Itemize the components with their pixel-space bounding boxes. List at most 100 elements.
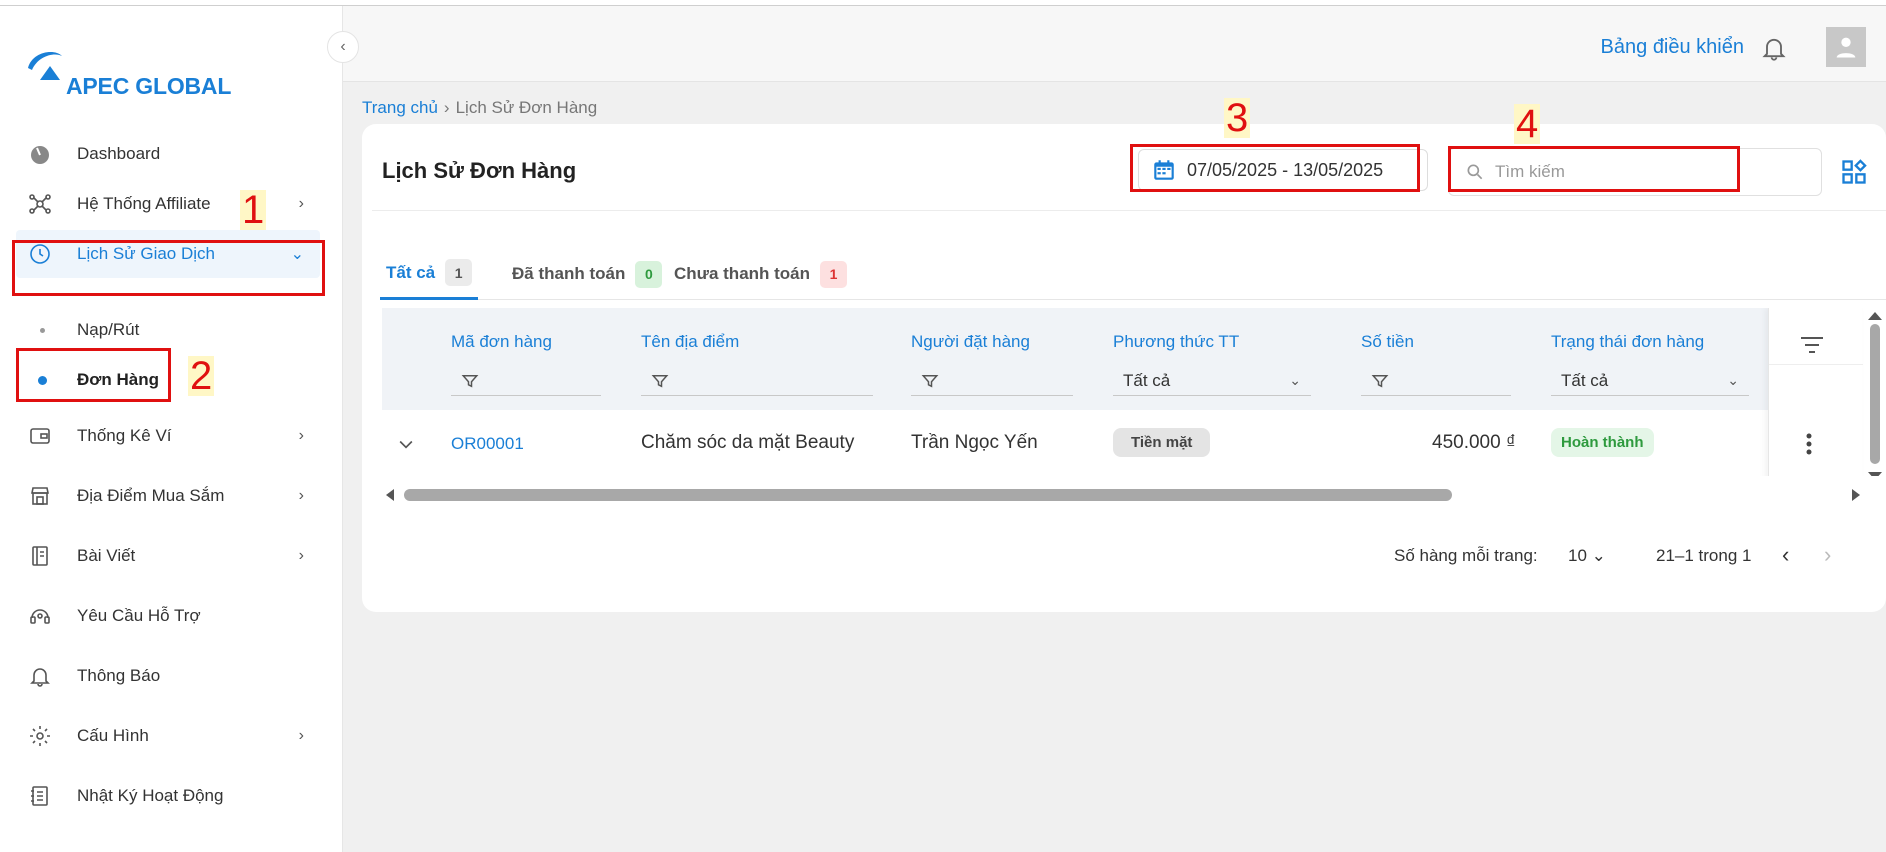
filter-order-code[interactable] [451,366,601,396]
pagination: Số hàng mỗi trang: 10 ⌄ 21–1 trong 1 ‹ › [362,542,1886,572]
gear-icon [30,726,50,746]
scrollbar-thumb[interactable] [1870,324,1880,464]
order-code-link[interactable]: OR00001 [451,434,524,454]
filter-status-select[interactable]: Tất cả ⌄ [1551,366,1749,396]
annotation-box-1 [12,240,325,296]
tab-count-badge: 1 [445,259,473,286]
filter-amount[interactable] [1361,366,1511,396]
notification-bell-icon[interactable] [1760,34,1788,62]
tab-all[interactable]: Tất cả 1 [380,248,479,300]
orders-table: Mã đơn hàng Tên địa điểm Người đặt hàng … [382,308,1886,476]
column-header-payment-method[interactable]: Phương thức TT [1113,332,1239,352]
annotation-label-1: 1 [240,188,267,232]
wallet-icon [30,428,50,444]
bell-icon [30,668,50,687]
vertical-scrollbar[interactable] [1866,308,1884,476]
rows-per-page-select[interactable]: 10 ⌄ [1568,546,1606,566]
column-header-order-code[interactable]: Mã đơn hàng [451,332,552,352]
table-row[interactable]: OR00001 Chăm sóc da mặt Beauty Trần Ngọc… [382,410,1768,476]
sidebar-item-shopping-places[interactable]: Địa Điểm Mua Sắm › [16,472,320,520]
filter-place-name[interactable] [641,366,873,396]
horizontal-scrollbar[interactable] [382,486,1868,504]
tab-unpaid[interactable]: Chưa thanh toán 1 [674,248,848,300]
chevron-right-icon: › [298,547,304,564]
orders-card: Lịch Sử Đơn Hàng 07/05/2025 - 13/05/2025… [362,124,1886,612]
sidebar-subitem-deposit-withdraw[interactable]: Nạp/Rút [16,308,320,352]
column-filter-icon[interactable] [1799,334,1825,356]
bullet-icon [40,327,45,333]
sidebar-item-label: Địa Điểm Mua Sắm [77,486,225,505]
sidebar-item-affiliate[interactable]: Hệ Thống Affiliate › [16,180,320,228]
tab-label: Chưa thanh toán [674,264,811,283]
divider [372,210,1886,211]
chevron-right-icon: › [298,427,304,444]
sidebar-item-wallet-stats[interactable]: Thống Kê Ví › [16,412,320,460]
layout-grid-icon[interactable] [1840,158,1868,186]
column-header-amount[interactable]: Số tiền [1361,332,1414,352]
annotation-label-3: 3 [1224,96,1251,140]
store-icon [31,487,49,505]
annotation-label-2: 2 [188,354,215,398]
chevron-down-icon: ⌄ [1591,546,1606,565]
sidebar-item-notifications[interactable]: Thông Báo [16,652,320,700]
breadcrumb: Trang chủ › Lịch Sử Đơn Hàng [362,98,597,118]
chevron-right-icon: › [298,195,304,212]
avatar[interactable] [1826,27,1866,67]
dashboard-link[interactable]: Bảng điều khiển [1601,36,1744,59]
support-icon [30,609,50,624]
tab-paid[interactable]: Đã thanh toán 0 [512,248,663,300]
cell-place-name: Chăm sóc da mặt Beauty [641,432,855,453]
tab-count-badge: 0 [635,260,663,288]
sidebar-item-dashboard[interactable]: Dashboard [16,130,320,178]
annotation-label-4: 4 [1514,102,1541,146]
page-title: Lịch Sử Đơn Hàng [382,158,577,183]
filter-icon [461,374,479,387]
expand-chevron-icon[interactable] [396,434,416,454]
divider [1769,364,1863,365]
filter-payment-method-select[interactable]: Tất cả ⌄ [1113,366,1311,396]
brand-name: APEC GLOBAL [66,73,232,99]
tab-label: Đã thanh toán [512,264,626,283]
logo-icon [28,52,62,80]
annotation-box-2 [16,348,171,402]
user-icon [1836,37,1856,58]
sidebar-collapse-button[interactable]: ‹ [327,31,359,63]
annotation-box-4 [1448,146,1740,192]
sidebar-item-settings[interactable]: Cấu Hình › [16,712,320,760]
scrollbar-thumb[interactable] [404,489,1452,501]
breadcrumb-home-link[interactable]: Trang chủ [362,98,438,117]
filter-icon [1371,374,1389,387]
tab-count-badge: 1 [820,260,848,288]
payment-method-badge: Tiền mặt [1113,428,1211,457]
sidebar-item-label: Thông Báo [77,666,161,685]
rows-per-page-label: Số hàng mỗi trang: [1394,546,1538,565]
filter-select-value: Tất cả [1561,370,1609,390]
sidebar-item-label: Bài Viết [77,546,136,565]
scroll-right-arrow-icon[interactable] [1852,489,1860,501]
filter-customer[interactable] [911,366,1073,396]
cell-amount: 450.000 ₫ [1432,432,1516,453]
more-vertical-icon[interactable] [1805,432,1813,456]
sidebar-item-label: Thống Kê Ví [77,426,172,445]
sidebar-item-support[interactable]: Yêu Cầu Hỗ Trợ [16,592,320,640]
scroll-left-arrow-icon[interactable] [386,489,394,501]
top-header: Bảng điều khiển [343,6,1886,82]
sidebar-item-label: Cấu Hình [77,726,149,745]
scroll-up-arrow-icon[interactable] [1868,312,1882,320]
chevron-right-icon: › [298,487,304,504]
sidebar-item-label: Hệ Thống Affiliate [77,194,211,213]
filter-select-value: Tất cả [1123,370,1171,390]
scroll-down-arrow-icon[interactable] [1868,472,1882,476]
previous-page-button[interactable]: ‹ [1782,542,1789,568]
next-page-button[interactable]: › [1824,542,1831,568]
breadcrumb-current: Lịch Sử Đơn Hàng [455,98,598,117]
page-range-text: 21–1 trong 1 [1656,546,1752,565]
column-header-place-name[interactable]: Tên địa điểm [641,332,739,352]
rows-per-page-value: 10 [1568,546,1587,565]
column-header-order-status[interactable]: Trạng thái đơn hàng [1551,332,1704,352]
sidebar-item-activity-log[interactable]: Nhật Ký Hoạt Động [16,772,320,820]
column-header-customer[interactable]: Người đặt hàng [911,332,1030,352]
status-tabs: Tất cả 1 Đã thanh toán 0 Chưa thanh toán… [380,248,1886,300]
sidebar-item-articles[interactable]: Bài Viết › [16,532,320,580]
chevron-down-icon: ⌄ [1289,372,1301,388]
